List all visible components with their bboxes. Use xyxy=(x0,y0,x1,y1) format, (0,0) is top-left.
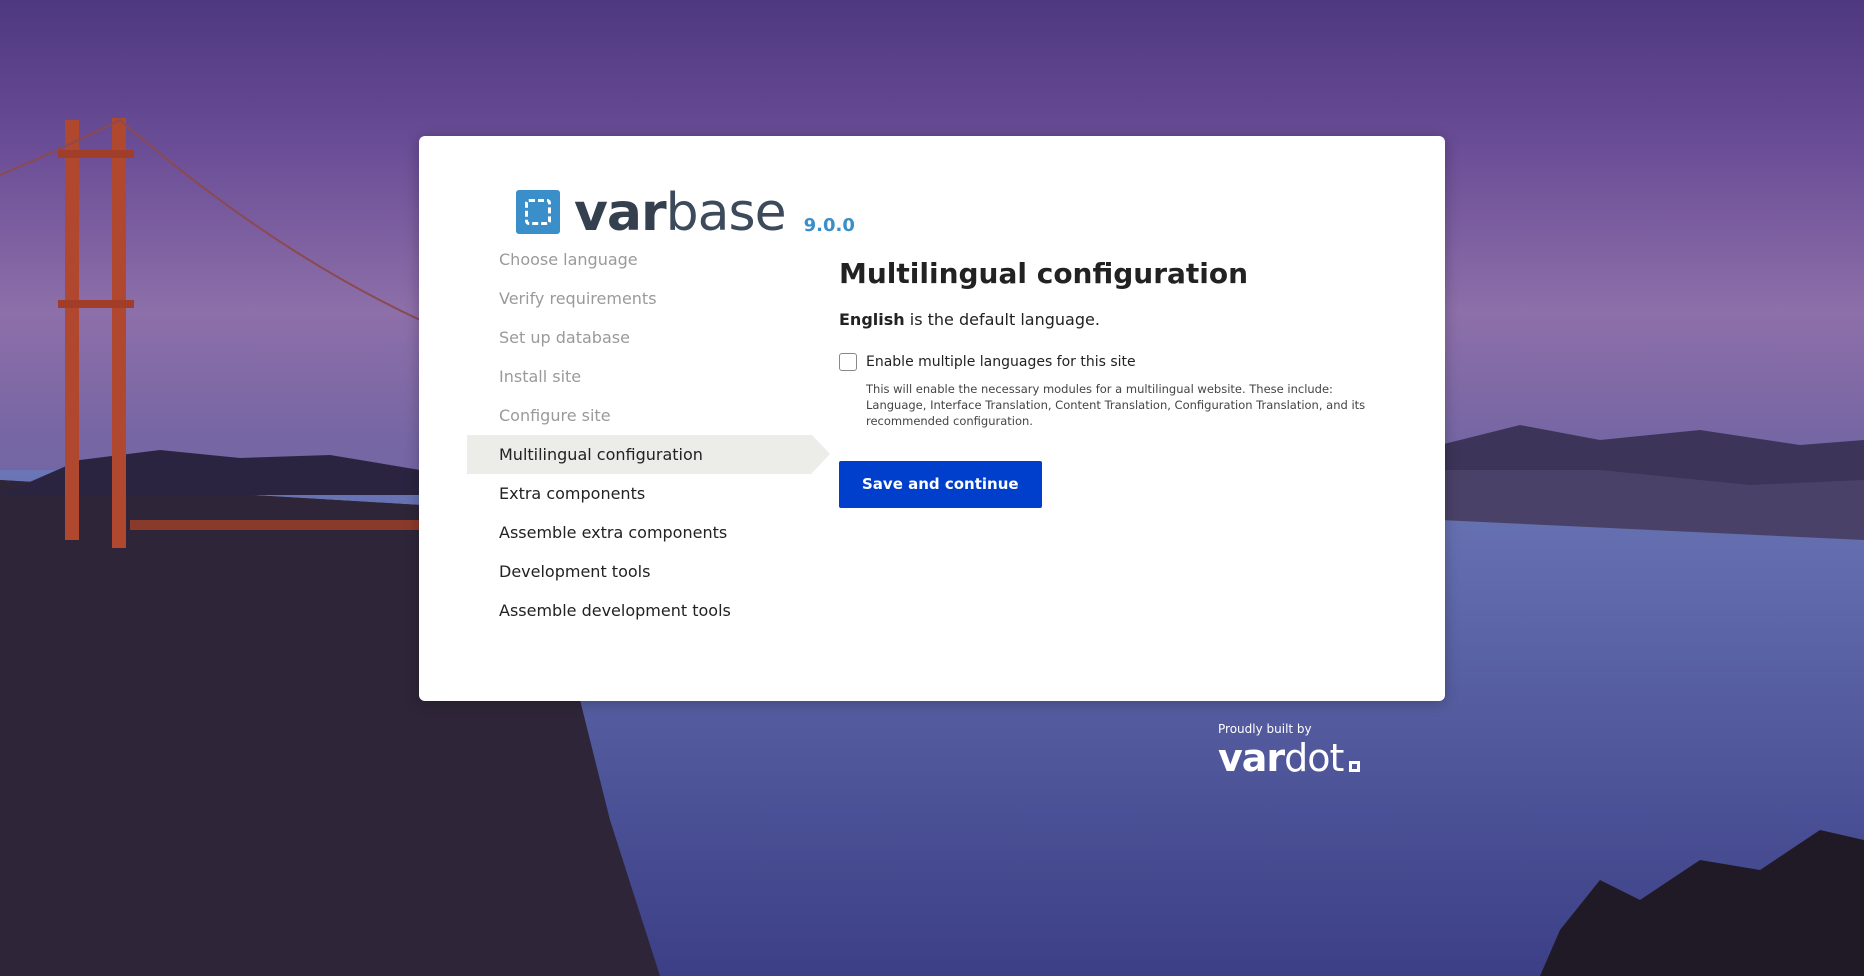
main-content: Multilingual configuration English is th… xyxy=(839,256,1399,508)
install-steps-list: Choose language Verify requirements Set … xyxy=(467,240,830,630)
varbase-wordmark: varbase xyxy=(574,183,787,243)
step-choose-language: Choose language xyxy=(499,250,638,269)
save-and-continue-button[interactable]: Save and continue xyxy=(839,461,1042,508)
footer-credit: Proudly built by var dot xyxy=(1218,722,1361,778)
vardot-logo-icon xyxy=(1349,761,1361,772)
page-title: Multilingual configuration xyxy=(839,257,1249,290)
default-language-name: English xyxy=(839,310,905,329)
built-by-label: Proudly built by xyxy=(1218,722,1312,736)
enable-multilingual-checkbox[interactable] xyxy=(839,353,857,371)
step-configure-site: Configure site xyxy=(499,406,611,425)
default-language-text: English is the default language. xyxy=(839,309,1399,331)
step-development-tools: Development tools xyxy=(499,562,651,581)
varbase-logo-icon xyxy=(516,190,560,234)
installer-card: varbase 9.0.0 Choose language Verify req… xyxy=(419,136,1445,701)
step-install-site: Install site xyxy=(499,367,582,386)
step-extra-components: Extra components xyxy=(499,484,646,503)
vardot-logo[interactable]: var dot xyxy=(1218,738,1361,778)
enable-multilingual-option[interactable]: Enable multiple languages for this site xyxy=(839,353,1399,371)
enable-multilingual-help-text: This will enable the necessary modules f… xyxy=(866,382,1366,428)
step-assemble-development-tools: Assemble development tools xyxy=(499,601,731,620)
step-verify-requirements: Verify requirements xyxy=(499,289,657,308)
enable-multilingual-label[interactable]: Enable multiple languages for this site xyxy=(866,354,1136,370)
version-label: 9.0.0 xyxy=(803,215,855,236)
step-assemble-extra-components: Assemble extra components xyxy=(499,523,728,542)
varbase-logo: varbase 9.0.0 xyxy=(516,183,855,243)
default-language-suffix: is the default language. xyxy=(904,310,1100,329)
step-set-up-database: Set up database xyxy=(499,328,630,347)
step-multilingual-configuration: Multilingual configuration xyxy=(467,435,830,474)
